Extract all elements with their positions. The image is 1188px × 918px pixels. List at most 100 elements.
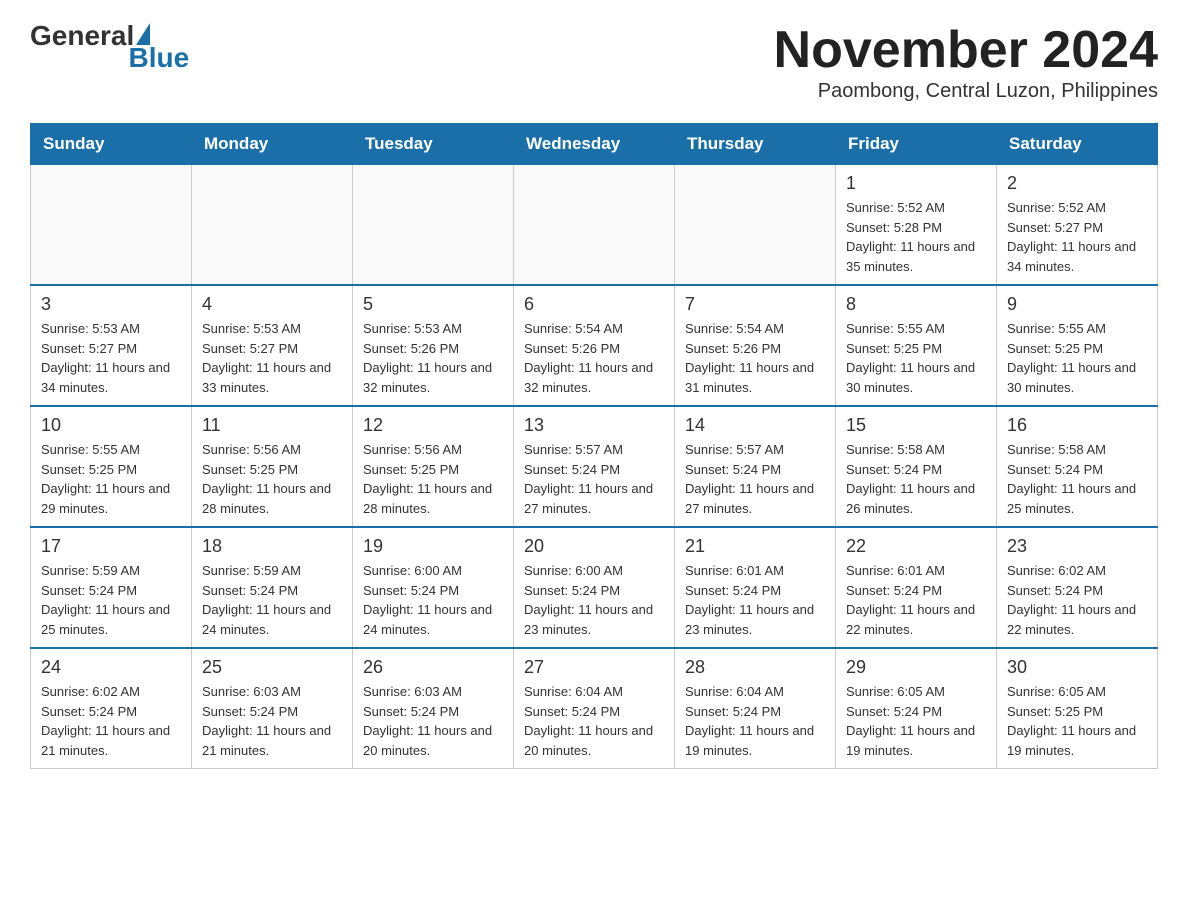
day-number: 16 bbox=[1007, 415, 1147, 436]
calendar-cell-2-5: 7 Sunrise: 5:54 AM Sunset: 5:26 PM Daylig… bbox=[675, 285, 836, 406]
day-info: Sunrise: 5:52 AM Sunset: 5:28 PM Dayligh… bbox=[846, 198, 986, 276]
calendar-cell-2-1: 3Sunrise: 5:53 AM Sunset: 5:27 PM Daylig… bbox=[31, 285, 192, 406]
day-number: 5 bbox=[363, 294, 503, 315]
day-number: 30 bbox=[1007, 657, 1147, 678]
calendar-cell-5-2: 25 Sunrise: 6:03 AM Sunset: 5:24 PM Dayli… bbox=[192, 648, 353, 769]
col-monday: Monday bbox=[192, 124, 353, 165]
day-number: 29 bbox=[846, 657, 986, 678]
calendar-cell-5-6: 29 Sunrise: 6:05 AM Sunset: 5:24 PM Dayli… bbox=[836, 648, 997, 769]
day-number: 3 bbox=[41, 294, 181, 315]
day-info: Sunrise: 6:02 AM Sunset: 5:24 PM Dayligh… bbox=[41, 682, 181, 760]
calendar-cell-4-2: 18 Sunrise: 5:59 AM Sunset: 5:24 PM Dayli… bbox=[192, 527, 353, 648]
col-friday: Friday bbox=[836, 124, 997, 165]
day-number: 6 bbox=[524, 294, 664, 315]
day-info: Sunrise: 6:02 AM Sunset: 5:24 PM Dayligh… bbox=[1007, 561, 1147, 639]
day-info: Sunrise: 5:53 AM Sunset: 5:26 PM Dayligh… bbox=[363, 319, 503, 397]
calendar-cell-3-6: 15 Sunrise: 5:58 AM Sunset: 5:24 PM Dayli… bbox=[836, 406, 997, 527]
calendar-cell-2-4: 6 Sunrise: 5:54 AM Sunset: 5:26 PM Daylig… bbox=[514, 285, 675, 406]
calendar-week-5: 24 Sunrise: 6:02 AM Sunset: 5:24 PM Dayli… bbox=[31, 648, 1158, 769]
day-number: 22 bbox=[846, 536, 986, 557]
day-info: Sunrise: 6:04 AM Sunset: 5:24 PM Dayligh… bbox=[685, 682, 825, 760]
calendar-cell-5-4: 27 Sunrise: 6:04 AM Sunset: 5:24 PM Dayli… bbox=[514, 648, 675, 769]
calendar-week-2: 3 Sunrise: 5:53 AM Sunset: 5:27 PM Daylig… bbox=[31, 285, 1158, 406]
day-info: Sunrise: 5:55 AM Sunset: 5:25 PM Dayligh… bbox=[846, 319, 986, 397]
day-number: 8 bbox=[846, 294, 986, 315]
day-info: Sunrise: 6:01 AM Sunset: 5:24 PM Dayligh… bbox=[846, 561, 986, 639]
day-info: Sunrise: 5:59 AM Sunset: 5:24 PM Dayligh… bbox=[41, 561, 181, 639]
day-info: Sunrise: 5:54 AM Sunset: 5:26 PM Dayligh… bbox=[524, 319, 664, 397]
day-number: 23 bbox=[1007, 536, 1147, 557]
calendar-week-4: 17 Sunrise: 5:59 AM Sunset: 5:24 PM Dayli… bbox=[31, 527, 1158, 648]
page-header: General Genera Blue November 2024 Paombo… bbox=[30, 20, 1158, 103]
calendar-cell-4-7: 23 Sunrise: 6:02 AM Sunset: 5:24 PM Dayli… bbox=[997, 527, 1158, 648]
day-number: 19 bbox=[363, 536, 503, 557]
day-number: 28 bbox=[685, 657, 825, 678]
day-number: 13 bbox=[524, 415, 664, 436]
day-info: Sunrise: 5:56 AM Sunset: 5:25 PM Dayligh… bbox=[202, 440, 342, 518]
calendar-cell-4-3: 19 Sunrise: 6:00 AM Sunset: 5:24 PM Dayli… bbox=[353, 527, 514, 648]
day-info: Sunrise: 6:03 AM Sunset: 5:24 PM Dayligh… bbox=[363, 682, 503, 760]
day-number: 25 bbox=[202, 657, 342, 678]
calendar-cell-3-3: 12 Sunrise: 5:56 AM Sunset: 5:25 PM Dayli… bbox=[353, 406, 514, 527]
calendar-cell-1-7: 2 Sunrise: 5:52 AM Sunset: 5:27 PM Daylig… bbox=[997, 165, 1158, 286]
calendar-week-1: 1Sunrise: 5:52 AM Sunset: 5:28 PM Daylig… bbox=[31, 165, 1158, 286]
day-number: 12 bbox=[363, 415, 503, 436]
day-number: 4 bbox=[202, 294, 342, 315]
day-info: Sunrise: 6:00 AM Sunset: 5:24 PM Dayligh… bbox=[524, 561, 664, 639]
month-title: November 2024 bbox=[774, 20, 1158, 80]
calendar-cell-5-5: 28 Sunrise: 6:04 AM Sunset: 5:24 PM Dayli… bbox=[675, 648, 836, 769]
location-text: Paombong, Central Luzon, Philippines bbox=[774, 80, 1158, 103]
calendar-cell-3-5: 14 Sunrise: 5:57 AM Sunset: 5:24 PM Dayli… bbox=[675, 406, 836, 527]
day-info: Sunrise: 6:00 AM Sunset: 5:24 PM Dayligh… bbox=[363, 561, 503, 639]
calendar-cell-4-4: 20Sunrise: 6:00 AM Sunset: 5:24 PM Dayli… bbox=[514, 527, 675, 648]
calendar-cell-1-1 bbox=[31, 165, 192, 286]
day-info: Sunrise: 6:04 AM Sunset: 5:24 PM Dayligh… bbox=[524, 682, 664, 760]
day-info: Sunrise: 5:58 AM Sunset: 5:24 PM Dayligh… bbox=[1007, 440, 1147, 518]
calendar-cell-5-3: 26 Sunrise: 6:03 AM Sunset: 5:24 PM Dayli… bbox=[353, 648, 514, 769]
calendar-cell-3-1: 10 Sunrise: 5:55 AM Sunset: 5:25 PM Dayli… bbox=[31, 406, 192, 527]
day-info: Sunrise: 5:59 AM Sunset: 5:24 PM Dayligh… bbox=[202, 561, 342, 639]
day-number: 21 bbox=[685, 536, 825, 557]
col-thursday: Thursday bbox=[675, 124, 836, 165]
day-info: Sunrise: 6:05 AM Sunset: 5:24 PM Dayligh… bbox=[846, 682, 986, 760]
day-number: 2 bbox=[1007, 173, 1147, 194]
col-tuesday: Tuesday bbox=[353, 124, 514, 165]
calendar-cell-1-3 bbox=[353, 165, 514, 286]
day-info: Sunrise: 5:53 AM Sunset: 5:27 PM Dayligh… bbox=[202, 319, 342, 397]
day-number: 15 bbox=[846, 415, 986, 436]
calendar-cell-4-5: 21 Sunrise: 6:01 AM Sunset: 5:24 PM Dayli… bbox=[675, 527, 836, 648]
col-sunday: Sunday bbox=[31, 124, 192, 165]
day-info: Sunrise: 5:55 AM Sunset: 5:25 PM Dayligh… bbox=[41, 440, 181, 518]
day-number: 18 bbox=[202, 536, 342, 557]
day-number: 24 bbox=[41, 657, 181, 678]
calendar-cell-2-3: 5 Sunrise: 5:53 AM Sunset: 5:26 PM Daylig… bbox=[353, 285, 514, 406]
calendar-cell-1-2 bbox=[192, 165, 353, 286]
day-number: 10 bbox=[41, 415, 181, 436]
calendar-cell-2-2: 4 Sunrise: 5:53 AM Sunset: 5:27 PM Daylig… bbox=[192, 285, 353, 406]
day-number: 14 bbox=[685, 415, 825, 436]
calendar-cell-3-2: 11Sunrise: 5:56 AM Sunset: 5:25 PM Dayli… bbox=[192, 406, 353, 527]
day-info: Sunrise: 6:05 AM Sunset: 5:25 PM Dayligh… bbox=[1007, 682, 1147, 760]
day-info: Sunrise: 5:56 AM Sunset: 5:25 PM Dayligh… bbox=[363, 440, 503, 518]
day-info: Sunrise: 5:58 AM Sunset: 5:24 PM Dayligh… bbox=[846, 440, 986, 518]
day-number: 17 bbox=[41, 536, 181, 557]
col-wednesday: Wednesday bbox=[514, 124, 675, 165]
day-number: 9 bbox=[1007, 294, 1147, 315]
calendar-cell-4-6: 22 Sunrise: 6:01 AM Sunset: 5:24 PM Dayli… bbox=[836, 527, 997, 648]
day-number: 27 bbox=[524, 657, 664, 678]
calendar-cell-1-4 bbox=[514, 165, 675, 286]
calendar-table: Sunday Monday Tuesday Wednesday Thursday… bbox=[30, 123, 1158, 769]
day-number: 26 bbox=[363, 657, 503, 678]
day-info: Sunrise: 5:57 AM Sunset: 5:24 PM Dayligh… bbox=[524, 440, 664, 518]
day-info: Sunrise: 5:54 AM Sunset: 5:26 PM Dayligh… bbox=[685, 319, 825, 397]
col-saturday: Saturday bbox=[997, 124, 1158, 165]
day-info: Sunrise: 5:52 AM Sunset: 5:27 PM Dayligh… bbox=[1007, 198, 1147, 276]
logo: General Genera Blue bbox=[30, 20, 189, 78]
day-info: Sunrise: 6:03 AM Sunset: 5:24 PM Dayligh… bbox=[202, 682, 342, 760]
calendar-cell-5-1: 24 Sunrise: 6:02 AM Sunset: 5:24 PM Dayli… bbox=[31, 648, 192, 769]
day-info: Sunrise: 5:57 AM Sunset: 5:24 PM Dayligh… bbox=[685, 440, 825, 518]
calendar-header-row: Sunday Monday Tuesday Wednesday Thursday… bbox=[31, 124, 1158, 165]
calendar-week-3: 10 Sunrise: 5:55 AM Sunset: 5:25 PM Dayli… bbox=[31, 406, 1158, 527]
day-number: 7 bbox=[685, 294, 825, 315]
day-info: Sunrise: 6:01 AM Sunset: 5:24 PM Dayligh… bbox=[685, 561, 825, 639]
